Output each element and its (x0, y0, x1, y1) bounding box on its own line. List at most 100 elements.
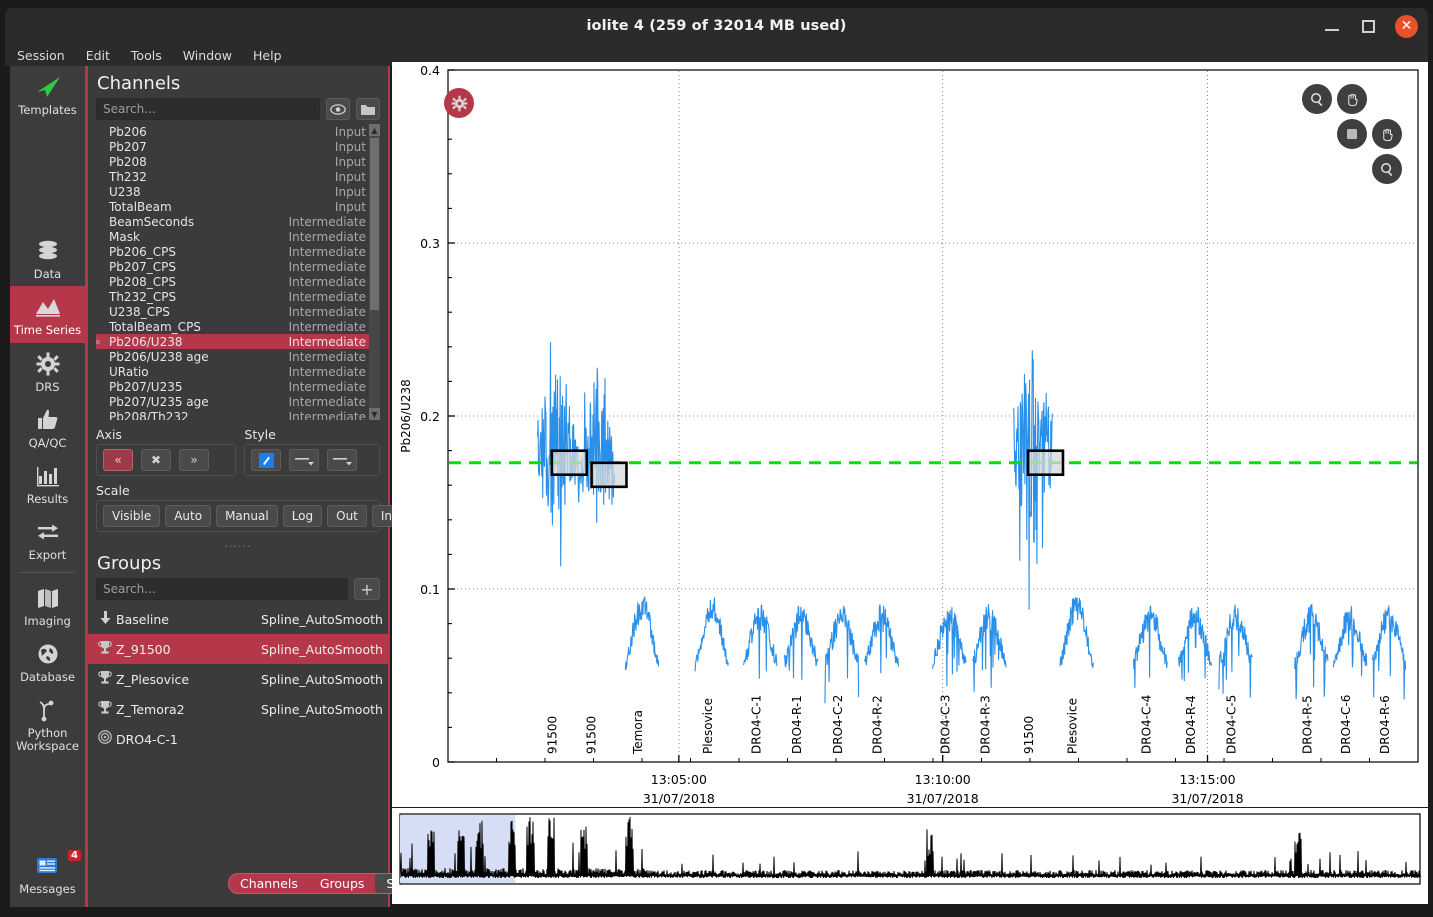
menu-edit[interactable]: Edit (86, 48, 122, 63)
channel-row[interactable]: Pb207 Input (96, 139, 380, 154)
menu-session[interactable]: Session (17, 48, 77, 63)
chart-settings-gear-icon[interactable] (444, 88, 474, 118)
channel-row[interactable]: Pb206/U238 age Intermediate (96, 349, 380, 364)
selection-label[interactable]: DRO4-R-5 (1300, 695, 1314, 754)
channel-row[interactable]: Pb208/Th232 Intermediate (96, 409, 380, 421)
groups-list[interactable]: Baseline Spline_AutoSmooth Z_91500 Spline_A… (88, 604, 388, 754)
scale-out-button[interactable]: Out (327, 505, 367, 527)
rail-item-qaqc[interactable]: QA/QC (10, 399, 85, 455)
rail-item-messages[interactable]: 4 Messages (10, 845, 85, 901)
channels-search-input[interactable]: Search... (96, 98, 320, 120)
channel-row[interactable]: Pb207_CPS Intermediate (96, 259, 380, 274)
axis-right-button[interactable]: » (179, 449, 209, 471)
channel-row[interactable]: Th232_CPS Intermediate (96, 289, 380, 304)
selection-label[interactable]: DRO4-R-2 (871, 695, 885, 754)
channel-row[interactable]: U238 Input (96, 184, 380, 199)
splitter-handle[interactable]: ...... (96, 537, 380, 550)
selection-label[interactable]: DRO4-C-2 (831, 695, 845, 754)
channel-row[interactable]: TotalBeam_CPS Intermediate (96, 319, 380, 334)
scroll-down-arrow-icon[interactable]: ▼ (369, 408, 380, 420)
selection-box[interactable] (1026, 449, 1065, 477)
tab-channels[interactable]: Channels (229, 874, 309, 893)
selection-label[interactable]: 91500 (1022, 716, 1036, 754)
selection-label[interactable]: 91500 (546, 716, 560, 754)
minimize-button[interactable] (1323, 17, 1341, 35)
scale-manual-button[interactable]: Manual (216, 505, 278, 527)
channel-row[interactable]: U238_CPS Intermediate (96, 304, 380, 319)
channel-row[interactable]: Pb206_CPS Intermediate (96, 244, 380, 259)
scrollbar-thumb[interactable] (370, 138, 379, 310)
rail-item-time-series[interactable]: Time Series (10, 286, 85, 343)
group-row[interactable]: Baseline Spline_AutoSmooth (88, 604, 388, 634)
selection-label[interactable]: DRO4-R-1 (790, 695, 804, 754)
menu-window[interactable]: Window (183, 48, 244, 63)
selection-label[interactable]: DRO4-C-6 (1339, 695, 1353, 754)
time-series-chart[interactable]: 0 0.1 0.2 0.3 0.4 Pb206/U238 91500 91500 Temora P… (392, 62, 1428, 807)
rail-item-python-workspace[interactable]: Python Workspace (10, 689, 85, 758)
scale-log-button[interactable]: Log (282, 505, 323, 527)
selection-label[interactable]: Temora (631, 710, 645, 755)
rail-item-results[interactable]: Results (10, 455, 85, 511)
rail-item-export[interactable]: Export (10, 511, 85, 567)
channel-row[interactable]: TotalBeam Input (96, 199, 380, 214)
selection-label[interactable]: Plesovice (701, 698, 715, 754)
zoom-icon[interactable] (1372, 154, 1402, 184)
tab-groups[interactable]: Groups (309, 874, 376, 893)
selection-box[interactable] (550, 449, 589, 477)
selection-label[interactable]: DRO4-R-3 (978, 695, 992, 754)
channel-row[interactable]: Pb207/U235 Intermediate (96, 379, 380, 394)
zoom-icon[interactable] (1302, 84, 1332, 114)
chart-canvas[interactable]: 0 0.1 0.2 0.3 0.4 Pb206/U238 91500 91500 Temora P… (392, 62, 1428, 807)
hand-icon[interactable] (1372, 119, 1402, 149)
group-row[interactable]: Z_Plesovice Spline_AutoSmooth (88, 664, 388, 694)
close-button[interactable]: ✕ (1395, 14, 1418, 38)
axis-left-button[interactable]: « (103, 449, 133, 471)
selection-label[interactable]: DRO4-C-5 (1225, 695, 1239, 754)
channels-list[interactable]: Pb206 Input Pb207 Input Pb208 Input Th232 Input… (96, 124, 380, 420)
selection-label[interactable]: DRO4-R-6 (1378, 695, 1392, 754)
selection-label[interactable]: DRO4-C-3 (938, 695, 952, 754)
style-line-dropdown-1[interactable] (289, 449, 320, 471)
style-line-dropdown-2[interactable] (327, 449, 358, 471)
channels-scrollbar[interactable]: ▲ ▼ (369, 124, 380, 420)
style-color-button[interactable] (251, 449, 282, 471)
channel-row[interactable]: Pb207/U235 age Intermediate (96, 394, 380, 409)
groups-search-input[interactable]: Search... (96, 578, 348, 600)
scale-visible-button[interactable]: Visible (103, 505, 161, 527)
folder-icon[interactable] (356, 98, 380, 120)
rail-item-drs[interactable]: DRS (10, 343, 85, 399)
rail-item-imaging[interactable]: Imaging (10, 577, 85, 633)
channel-row[interactable]: Pb206/U238 Intermediate (96, 334, 380, 349)
add-group-button[interactable]: + (354, 578, 380, 600)
selection-label[interactable]: 91500 (584, 716, 598, 754)
group-row[interactable]: Z_91500 Spline_AutoSmooth (88, 634, 388, 664)
group-row[interactable]: Z_Temora2 Spline_AutoSmooth (88, 694, 388, 724)
channel-row[interactable]: URatio Intermediate (96, 364, 380, 379)
selection-label[interactable]: DRO4-C-1 (749, 695, 763, 754)
eye-icon[interactable] (326, 98, 350, 120)
hand-icon[interactable] (1337, 84, 1367, 114)
channel-row[interactable]: BeamSeconds Intermediate (96, 214, 380, 229)
rail-item-templates[interactable]: Templates (10, 66, 85, 122)
maximize-button[interactable] (1359, 17, 1377, 35)
scale-auto-button[interactable]: Auto (165, 505, 212, 527)
selection-label[interactable]: Plesovice (1066, 698, 1080, 754)
channel-row[interactable]: Pb208_CPS Intermediate (96, 274, 380, 289)
channel-row[interactable]: Th232 Input (96, 169, 380, 184)
rail-item-data[interactable]: Data (10, 230, 85, 286)
navigator-canvas[interactable] (392, 808, 1428, 904)
menu-tools[interactable]: Tools (131, 48, 174, 63)
scroll-up-arrow-icon[interactable]: ▲ (369, 124, 380, 136)
rail-item-database[interactable]: Database (10, 633, 85, 689)
square-icon[interactable] (1337, 119, 1367, 149)
selection-box[interactable] (590, 461, 628, 489)
channel-row[interactable]: Pb206 Input (96, 124, 380, 139)
group-row[interactable]: DRO4-C-1 (88, 724, 388, 754)
channel-row[interactable]: Mask Intermediate (96, 229, 380, 244)
menu-help[interactable]: Help (253, 48, 294, 63)
channel-row[interactable]: Pb208 Input (96, 154, 380, 169)
axis-remove-button[interactable]: ✖ (141, 449, 171, 471)
time-navigator[interactable] (392, 808, 1428, 904)
selection-label[interactable]: DRO4-C-4 (1139, 695, 1153, 754)
selection-label[interactable]: DRO4-R-4 (1184, 695, 1198, 754)
